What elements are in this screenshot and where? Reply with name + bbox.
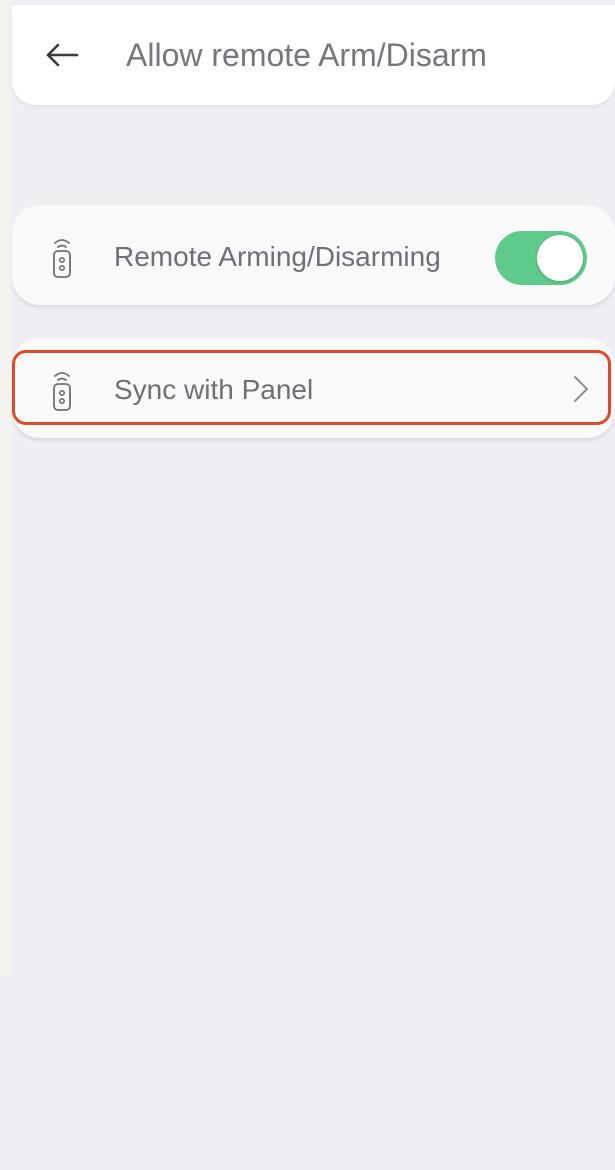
page-title: Allow remote Arm/Disarm [126, 37, 487, 73]
chevron-right-icon [574, 376, 588, 402]
remote-arming-row: Remote Arming/Disarming [12, 205, 615, 305]
app-screen: Allow remote Arm/Disarm Remote Arming/Di… [12, 0, 615, 1170]
sync-with-panel-label: Sync with Panel [114, 374, 314, 405]
sync-with-panel-row[interactable]: Sync with Panel [12, 338, 615, 438]
remote-arming-label: Remote Arming/Disarming [114, 241, 441, 272]
remote-fob-icon [53, 372, 71, 411]
remote-fob-icon [53, 239, 71, 278]
arrow-left-icon [46, 43, 79, 67]
left-gutter [0, 0, 12, 975]
app-header: Allow remote Arm/Disarm [12, 5, 615, 105]
remote-arming-toggle[interactable] [495, 231, 587, 285]
toggle-knob [537, 235, 583, 281]
back-button[interactable] [42, 35, 82, 75]
